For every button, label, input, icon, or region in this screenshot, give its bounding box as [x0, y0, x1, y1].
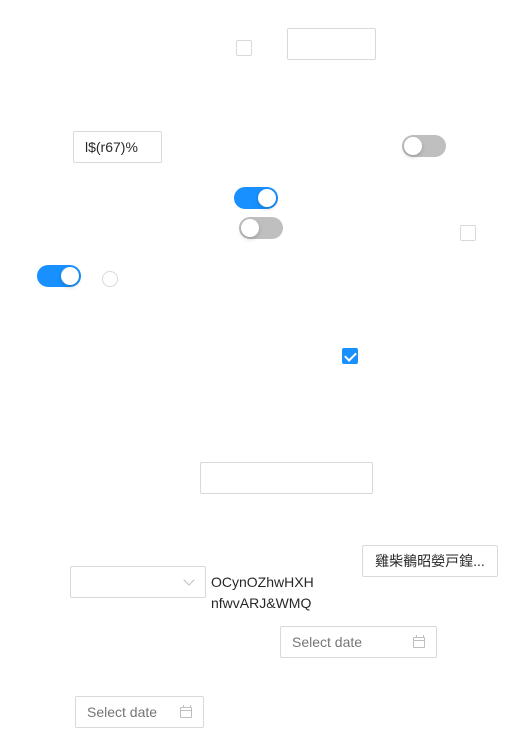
switch-knob	[61, 267, 79, 285]
switch-1[interactable]	[402, 135, 446, 157]
checkbox-1[interactable]	[236, 40, 252, 56]
text-input-3[interactable]	[200, 462, 373, 494]
switch-2[interactable]	[234, 187, 278, 209]
calendar-icon	[180, 705, 192, 718]
switch-3[interactable]	[239, 217, 283, 239]
switch-knob	[258, 189, 276, 207]
date-placeholder: Select date	[292, 634, 363, 650]
switch-knob	[241, 219, 259, 237]
date-placeholder: Select date	[87, 704, 158, 720]
checkbox-2[interactable]	[460, 225, 476, 241]
radio-1[interactable]	[102, 271, 118, 287]
switch-4[interactable]	[37, 265, 81, 287]
checkbox-3[interactable]	[342, 348, 358, 364]
date-picker-2[interactable]: Select date	[75, 696, 204, 728]
date-picker-1[interactable]: Select date	[280, 626, 437, 658]
check-icon	[344, 349, 357, 362]
switch-knob	[404, 137, 422, 155]
text-line-1: OCynOZhwHXH	[211, 574, 314, 590]
truncated-label-button[interactable]: 雞柴鶺昭嫈戸鍠...	[362, 545, 498, 577]
chevron-down-icon	[183, 574, 195, 586]
calendar-icon	[413, 635, 425, 648]
select-dropdown[interactable]	[70, 566, 206, 598]
text-input-2[interactable]: l$(r67)%	[73, 131, 162, 163]
text-input-1[interactable]	[287, 28, 376, 60]
text-line-2: nfwvARJ&WMQ	[211, 595, 312, 611]
